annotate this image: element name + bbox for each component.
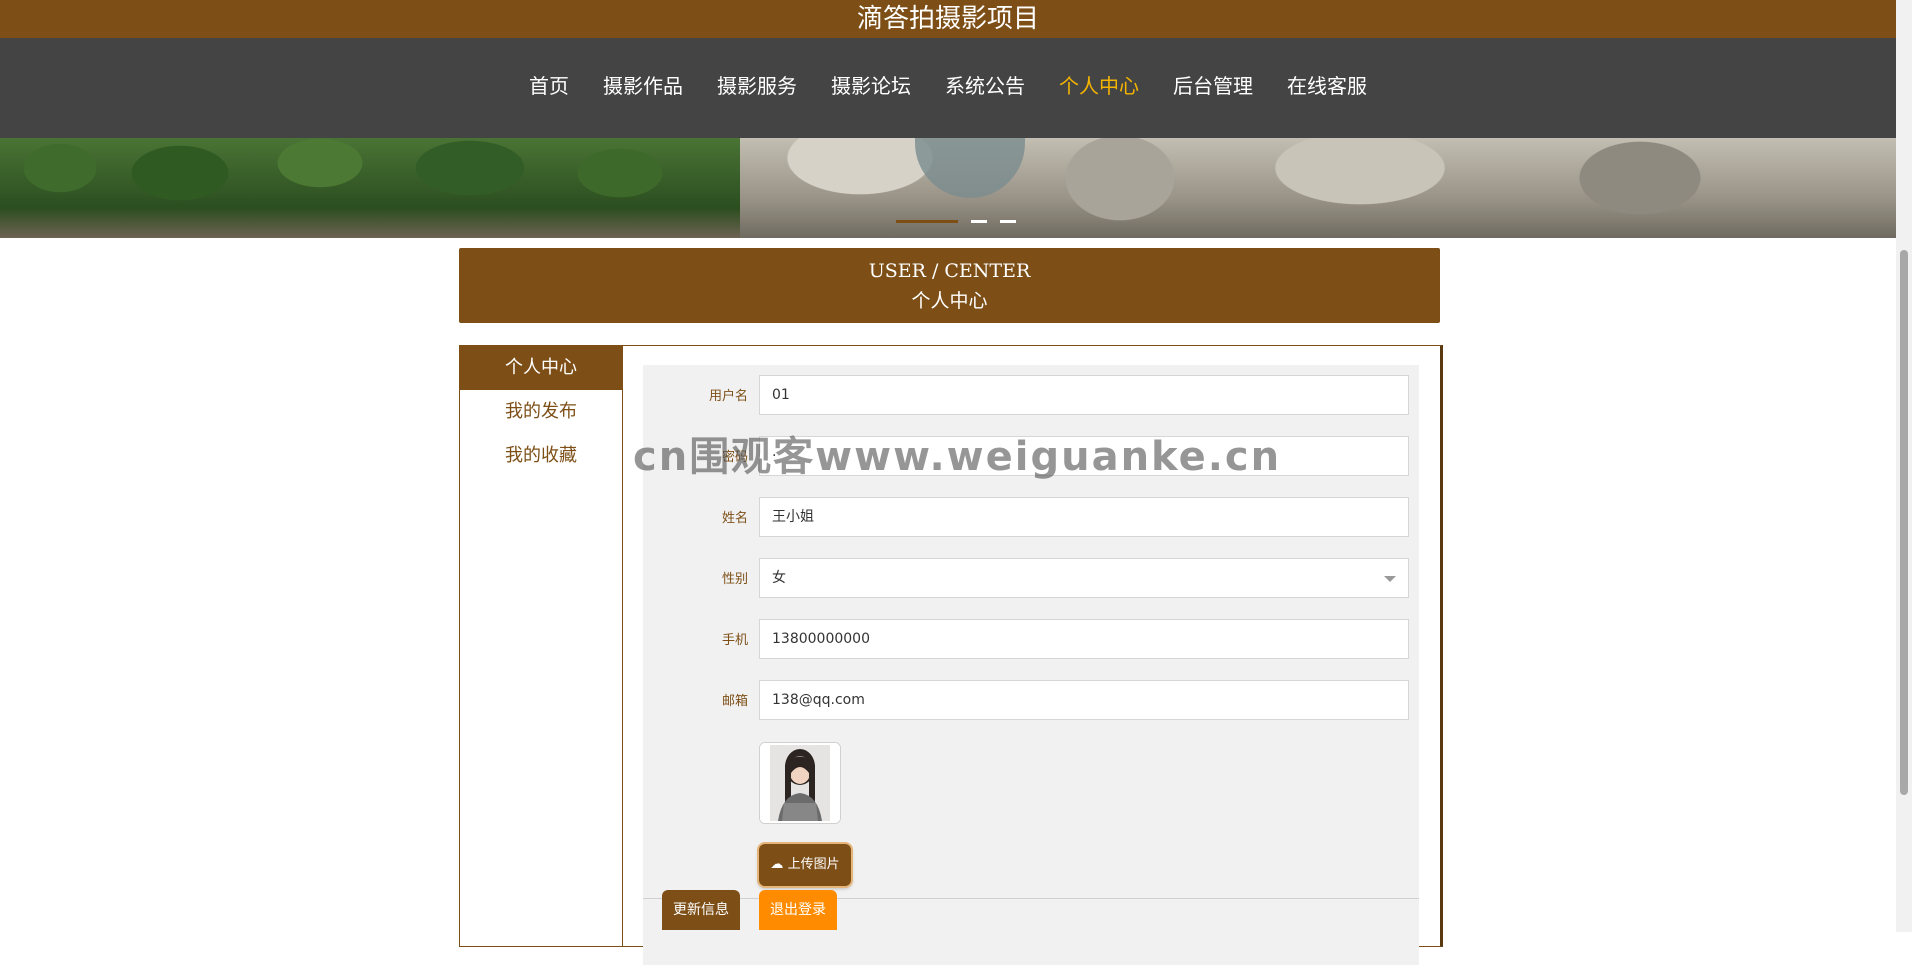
side-item-my-posts[interactable]: 我的发布 — [460, 390, 622, 434]
nav-list: 首页 摄影作品 摄影服务 摄影论坛 系统公告 个人中心 后台管理 在线客服 — [0, 68, 1896, 104]
upload-image-button[interactable]: ☁ 上传图片 — [759, 844, 851, 886]
logout-button[interactable]: 退出登录 — [759, 890, 837, 930]
banner-carousel — [0, 138, 1896, 238]
nav-item-admin[interactable]: 后台管理 — [1167, 68, 1259, 104]
name-input[interactable]: 王小姐 — [759, 497, 1409, 537]
form-row-username: 用户名 01 — [643, 365, 1419, 427]
nav-item-user-center[interactable]: 个人中心 — [1053, 68, 1145, 104]
form-row-upload: ☁ 上传图片 — [643, 834, 1419, 899]
carousel-indicator-2[interactable] — [971, 220, 988, 223]
username-label: 用户名 — [708, 389, 748, 404]
upload-image-label: 上传图片 — [787, 857, 840, 872]
nav-item-home[interactable]: 首页 — [523, 68, 575, 104]
main-nav: 首页 摄影作品 摄影服务 摄影论坛 系统公告 个人中心 后台管理 在线客服 — [0, 38, 1896, 138]
side-item-user-center[interactable]: 个人中心 — [460, 346, 622, 390]
name-label: 姓名 — [721, 511, 748, 526]
nav-item-services[interactable]: 摄影服务 — [711, 68, 803, 104]
nav-item-forum[interactable]: 摄影论坛 — [825, 68, 917, 104]
carousel-indicator-1[interactable] — [896, 220, 958, 223]
banner-image-trees — [0, 138, 740, 238]
nav-item-support[interactable]: 在线客服 — [1281, 68, 1373, 104]
header-english-title: USER / CENTER — [868, 260, 1031, 282]
phone-input[interactable]: 13800000000 — [759, 619, 1409, 659]
gender-select[interactable]: 女 — [759, 558, 1409, 598]
avatar-preview — [759, 742, 841, 824]
phone-label: 手机 — [721, 633, 748, 648]
side-item-my-favorites[interactable]: 我的收藏 — [460, 434, 622, 478]
form-row-gender: 性别 女 — [643, 548, 1419, 610]
site-title: 滴答拍摄影项目 — [0, 0, 1896, 38]
form-row-avatar — [643, 731, 1419, 835]
email-input[interactable]: 138@qq.com — [759, 680, 1409, 720]
page-scrollbar-thumb[interactable] — [1900, 250, 1908, 795]
email-label: 邮箱 — [721, 694, 748, 709]
form-row-phone: 手机 13800000000 — [643, 609, 1419, 671]
form-row-name: 姓名 王小姐 — [643, 487, 1419, 549]
cloud-upload-icon: ☁ — [770, 857, 784, 872]
header-chinese-title: 个人中心 — [911, 290, 988, 312]
update-info-button[interactable]: 更新信息 — [662, 890, 740, 930]
gender-label: 性别 — [721, 572, 748, 587]
user-center-header: USER / CENTER 个人中心 — [459, 248, 1440, 323]
side-menu: 个人中心 我的发布 我的收藏 — [460, 346, 623, 946]
avatar-photo-icon — [760, 743, 840, 823]
nav-item-notices[interactable]: 系统公告 — [939, 68, 1031, 104]
carousel-indicators — [896, 208, 1024, 227]
nav-item-works[interactable]: 摄影作品 — [597, 68, 689, 104]
carousel-indicator-3[interactable] — [1000, 220, 1017, 223]
username-input[interactable]: 01 — [759, 375, 1409, 415]
form-row-email: 邮箱 138@qq.com — [643, 670, 1419, 732]
watermark: cn围观客www.weiguanke.cn — [633, 434, 1282, 480]
